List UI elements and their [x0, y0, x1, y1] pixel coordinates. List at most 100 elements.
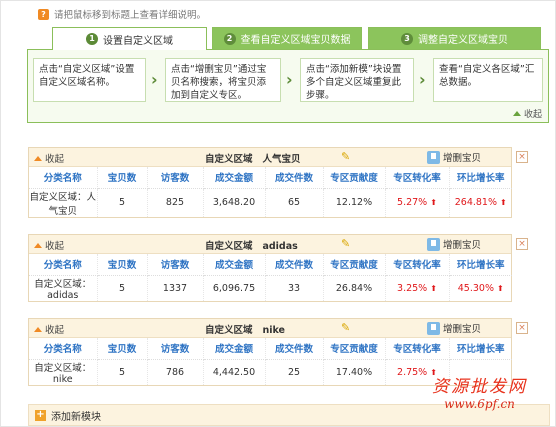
help-icon: ? — [38, 8, 49, 20]
tab-adjust-items[interactable]: 3 调整自定义区域宝贝 — [368, 27, 541, 49]
cell-value: 5 — [118, 197, 126, 208]
column-header[interactable]: 成交金额 — [203, 338, 266, 360]
collapse-module-button[interactable]: 收起 — [34, 151, 64, 165]
arrow-up-icon: ⬆ — [497, 283, 504, 293]
table-cell: 5.27% ⬆ — [385, 188, 450, 217]
close-icon[interactable]: × — [516, 322, 528, 334]
module-header: 收起 自定义区域 人气宝贝 ✎ 增删宝贝 — [29, 148, 511, 167]
cell-value: 2.75% — [397, 366, 428, 378]
table-cell: 25 — [265, 359, 324, 385]
add-remove-items-label: 增删宝贝 — [443, 153, 482, 164]
add-remove-items-label: 增删宝贝 — [443, 324, 482, 335]
table-cell: 264.81% ⬆ — [449, 188, 512, 217]
column-header[interactable]: 宝贝数 — [97, 338, 148, 360]
module-header: 收起 自定义区域 nike ✎ 增删宝贝 — [29, 319, 511, 338]
collapse-steps-button[interactable]: 收起 — [512, 107, 542, 120]
column-header[interactable]: 专区贡献度 — [323, 167, 386, 189]
cell-value: 5 — [118, 282, 126, 294]
tab-label: 调整自定义区域宝贝 — [418, 35, 508, 46]
table-header-row: 分类名称 宝贝数 访客数 成交金额 成交件数 专区贡献度 专区转化率 环比增长率 — [29, 338, 512, 360]
module-title-prefix: 自定义区域 — [205, 325, 253, 336]
column-header[interactable]: 分类名称 — [29, 254, 98, 276]
module-title: 自定义区域 adidas — [205, 238, 298, 252]
column-header[interactable]: 成交件数 — [265, 167, 324, 189]
cell-value: 25 — [287, 366, 301, 378]
column-header[interactable]: 访客数 — [147, 338, 204, 360]
cell-value: 26.84% — [335, 282, 373, 294]
table-cell: 45.30% ⬆ — [449, 275, 512, 301]
tab-set-region[interactable]: 1 设置自定义区域 — [52, 27, 207, 50]
table-header-row: 分类名称 宝贝数 访客数 成交金额 成交件数 专区贡献度 专区转化率 环比增长率 — [29, 254, 512, 276]
column-header[interactable]: 环比增长率 — [449, 254, 512, 276]
cell-value: 自定义区域：adidas — [34, 278, 92, 301]
arrow-up-icon: ⬆ — [500, 198, 507, 207]
column-header[interactable]: 成交件数 — [265, 254, 324, 276]
tab-view-data[interactable]: 2 查看自定义区域宝贝数据 — [212, 27, 362, 49]
column-header[interactable]: 访客数 — [147, 167, 204, 189]
add-remove-items-button[interactable]: 增删宝贝 — [427, 150, 481, 164]
collapse-label: 收起 — [523, 110, 542, 120]
module-title-prefix: 自定义区域 — [205, 154, 253, 165]
column-header[interactable]: 成交金额 — [203, 254, 266, 276]
cell-value: 6,096.75 — [212, 282, 256, 294]
module-region-name: nike — [262, 325, 285, 336]
column-header[interactable]: 分类名称 — [29, 167, 98, 189]
add-remove-items-button[interactable]: 增删宝贝 — [427, 237, 481, 251]
column-header[interactable]: 访客数 — [147, 254, 204, 276]
cell-value: 45.30% — [457, 282, 494, 294]
collapse-label: 收起 — [45, 325, 65, 336]
table-cell: 786 — [147, 359, 204, 385]
cell-value: 3,648.20 — [212, 197, 256, 208]
column-header[interactable]: 专区转化率 — [385, 167, 450, 189]
close-icon[interactable]: × — [516, 151, 528, 163]
column-header[interactable]: 宝贝数 — [97, 254, 148, 276]
chevron-right-icon: › — [419, 70, 426, 89]
close-icon[interactable]: × — [516, 238, 528, 250]
column-header[interactable]: 分类名称 — [29, 338, 98, 360]
table-header-row: 分类名称 宝贝数 访客数 成交金额 成交件数 专区贡献度 专区转化率 环比增长率 — [29, 167, 512, 189]
module-title-prefix: 自定义区域 — [205, 241, 253, 252]
edit-icon[interactable]: ✎ — [341, 150, 350, 163]
step-number-icon: 1 — [86, 33, 98, 45]
region-table: 分类名称 宝贝数 访客数 成交金额 成交件数 专区贡献度 专区转化率 环比增长率 自定义区域：a… — [29, 254, 512, 301]
chevron-right-icon: › — [286, 70, 293, 89]
column-header[interactable]: 环比增长率 — [449, 338, 512, 360]
column-header[interactable]: 环比增长率 — [449, 167, 512, 189]
cell-value: 12.12% — [335, 197, 373, 208]
region-table: 分类名称 宝贝数 访客数 成交金额 成交件数 专区贡献度 专区转化率 环比增长率 自定义区域：人… — [29, 167, 512, 217]
triangle-up-icon — [34, 242, 42, 248]
table-row: 自定义区域：人气宝贝 5 825 3,648.20 65 12.12% 5.27% ⬆ 264… — [29, 188, 512, 217]
table-row: 自定义区域：adidas 5 1337 6,096.75 33 26.84% 3.25% ⬆… — [29, 275, 512, 301]
column-header[interactable]: 专区转化率 — [385, 338, 450, 360]
cell-value: 33 — [287, 282, 301, 294]
table-cell: 5 — [97, 188, 148, 217]
table-cell: 4,442.50 — [203, 359, 266, 385]
edit-icon[interactable]: ✎ — [341, 321, 350, 334]
step-box-3: 点击“添加新模”块设置多个自定义区域重复此步骤。 — [300, 58, 414, 102]
plus-icon: + — [35, 408, 46, 421]
collapse-module-button[interactable]: 收起 — [34, 238, 64, 252]
triangle-up-icon — [34, 326, 42, 332]
column-header[interactable]: 宝贝数 — [97, 167, 148, 189]
step-number-icon: 3 — [401, 32, 413, 45]
cell-value: 825 — [165, 197, 185, 208]
cell-value: 3.25% — [397, 282, 428, 294]
column-header[interactable]: 成交金额 — [203, 167, 266, 189]
column-header[interactable]: 专区贡献度 — [323, 254, 386, 276]
column-header[interactable]: 专区转化率 — [385, 254, 450, 276]
tab-label: 查看自定义区域宝贝数据 — [240, 35, 351, 46]
column-header[interactable]: 专区贡献度 — [323, 338, 386, 360]
edit-icon[interactable]: ✎ — [341, 237, 350, 250]
add-remove-items-button[interactable]: 增删宝贝 — [427, 321, 481, 335]
triangle-up-icon — [34, 155, 42, 161]
package-icon — [427, 321, 440, 335]
table-cell: 17.40% — [323, 359, 386, 385]
table-cell: 5 — [97, 275, 148, 301]
step-box-1: 点击“自定义区域”设置自定义区域名称。 — [33, 58, 146, 102]
collapse-module-button[interactable]: 收起 — [34, 322, 64, 336]
table-cell: 65 — [265, 188, 324, 217]
column-header[interactable]: 成交件数 — [265, 338, 324, 360]
cell-value: 5 — [118, 366, 126, 378]
table-cell: 33 — [265, 275, 324, 301]
step-box-4: 查看“自定义各区域”汇总数据。 — [433, 58, 543, 102]
